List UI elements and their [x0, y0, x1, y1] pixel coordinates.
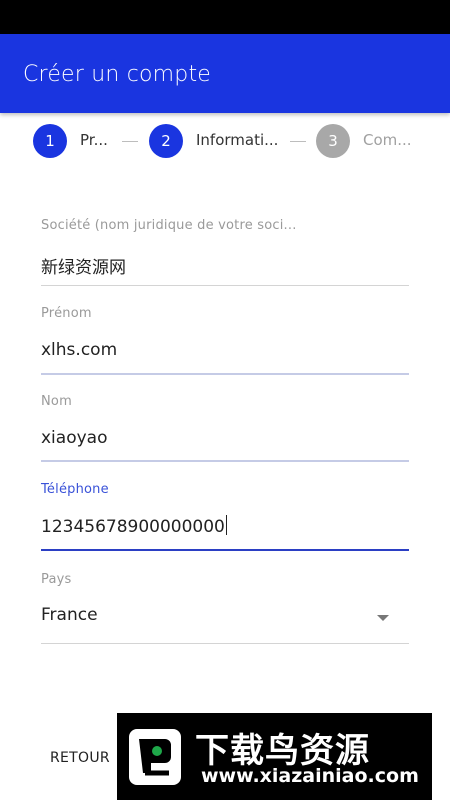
- step-3-label[interactable]: Com...: [363, 131, 412, 149]
- company-label: Société (nom juridique de votre soci...: [41, 218, 297, 233]
- company-underline: [41, 285, 409, 286]
- country-label: Pays: [41, 572, 72, 587]
- back-button[interactable]: RETOUR: [50, 750, 110, 766]
- step-1-label[interactable]: Pr...: [80, 131, 108, 149]
- phone-input[interactable]: 12345678900000000: [41, 515, 227, 537]
- phone-label: Téléphone: [41, 482, 109, 497]
- first-name-label: Prénom: [41, 306, 92, 321]
- first-name-underline: [41, 373, 409, 375]
- last-name-field[interactable]: Nom xiaoyao: [41, 394, 409, 464]
- page-title: Créer un compte: [23, 62, 212, 87]
- phone-field[interactable]: Téléphone 12345678900000000: [41, 482, 409, 554]
- status-bar: [0, 0, 450, 34]
- watermark-banner: 下载鸟资源 www.xiazainiao.com: [117, 713, 432, 800]
- phone-value: 12345678900000000: [41, 517, 225, 537]
- stepper: 1 Pr... 2 Informati... 3 Com...: [0, 113, 450, 173]
- watermark-url: www.xiazainiao.com: [201, 765, 419, 787]
- step-separator: [290, 141, 306, 142]
- company-input[interactable]: 新绿资源网: [41, 253, 126, 278]
- step-2-circle[interactable]: 2: [149, 124, 183, 158]
- bird-logo-icon: [129, 729, 181, 785]
- company-field[interactable]: Société (nom juridique de votre soci... …: [41, 218, 409, 288]
- first-name-input[interactable]: xlhs.com: [41, 340, 117, 360]
- step-3-circle[interactable]: 3: [316, 124, 350, 158]
- last-name-label: Nom: [41, 394, 72, 409]
- first-name-field[interactable]: Prénom xlhs.com: [41, 306, 409, 376]
- last-name-input[interactable]: xiaoyao: [41, 428, 107, 448]
- step-separator: [122, 141, 138, 142]
- country-select[interactable]: Pays France: [41, 572, 409, 646]
- step-1-circle[interactable]: 1: [33, 124, 67, 158]
- last-name-underline: [41, 460, 409, 462]
- dropdown-arrow-icon[interactable]: [377, 615, 389, 621]
- country-underline: [41, 643, 409, 644]
- step-2-label[interactable]: Informati...: [196, 131, 278, 149]
- text-caret: [225, 515, 227, 535]
- country-value[interactable]: France: [41, 605, 98, 625]
- app-bar: Créer un compte: [0, 34, 450, 113]
- phone-underline: [41, 549, 409, 551]
